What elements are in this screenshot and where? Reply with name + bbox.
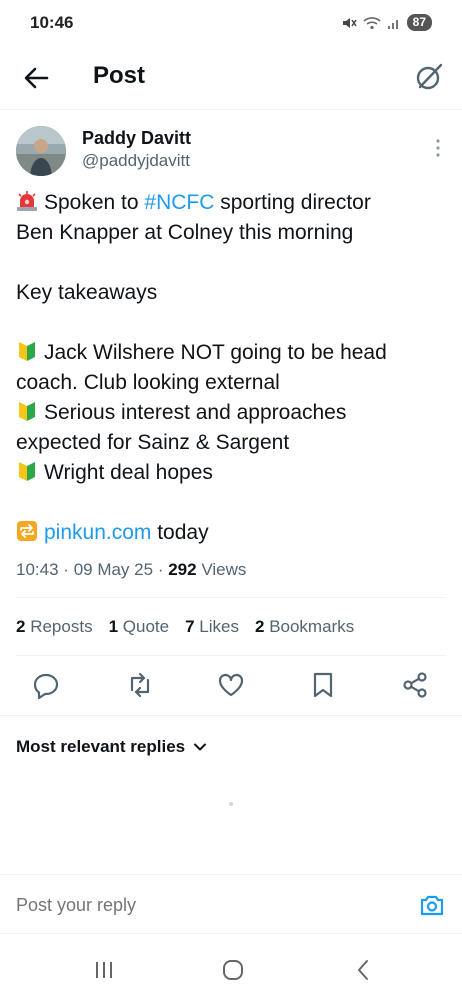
text-line: Spoken to #NCFC sporting director <box>16 188 448 218</box>
text-line: Ben Knapper at Colney this morning <box>16 221 354 244</box>
reply-input[interactable] <box>16 895 376 916</box>
back-arrow-icon[interactable] <box>20 62 52 94</box>
post-meta: 10:43 · 09 May 25 · 292 Views <box>16 560 246 580</box>
author-handle[interactable]: @paddyjdavitt <box>82 151 190 171</box>
reposts-label: Reposts <box>30 617 93 636</box>
recent-apps-icon[interactable] <box>92 958 116 982</box>
post-date[interactable]: 09 May 25 <box>74 560 153 579</box>
system-nav-bar <box>0 940 462 1000</box>
meta-separator: · <box>63 560 69 579</box>
grok-icon[interactable] <box>412 60 446 94</box>
beginner-badge-icon <box>19 402 35 421</box>
text-line1-pre: Spoken to <box>44 191 145 214</box>
divider <box>16 597 446 598</box>
beginner-badge-icon <box>19 462 35 481</box>
text-line: Serious interest and approaches <box>16 398 448 428</box>
replies-sort-label: Most relevant replies <box>16 737 186 756</box>
repeat-button-icon <box>17 521 37 541</box>
text-line8: Wright deal hopes <box>44 461 213 484</box>
text-line: coach. Club looking external <box>16 371 280 394</box>
post-time: 10:43 <box>16 560 59 579</box>
external-link[interactable]: pinkun.com <box>44 521 151 544</box>
post-text: Spoken to #NCFC sporting director Ben Kn… <box>16 188 448 548</box>
link-suffix: today <box>151 521 209 544</box>
reply-icon[interactable] <box>31 670 61 700</box>
page-title: Post <box>93 62 146 89</box>
divider <box>16 655 446 656</box>
home-icon[interactable] <box>221 958 245 982</box>
header: Post <box>0 48 462 110</box>
hashtag-link[interactable]: #NCFC <box>144 191 214 214</box>
text-line: expected for Sainz & Sargent <box>16 431 290 454</box>
reposts-count: 2 <box>16 617 26 636</box>
post-stats: 2 Reposts 1 Quote 7 Likes 2 Bookmarks <box>16 617 354 637</box>
text-line: Key takeaways <box>16 281 158 304</box>
back-icon[interactable] <box>352 958 376 982</box>
bookmarks-stat[interactable]: 2 Bookmarks <box>255 617 354 637</box>
text-line6: Serious interest and approaches <box>44 401 347 424</box>
avatar[interactable] <box>16 126 66 176</box>
loading-indicator <box>229 802 233 806</box>
views-label: Views <box>201 560 247 579</box>
text-line: Jack Wilshere NOT going to be head <box>16 338 448 368</box>
quotes-stat[interactable]: 1 Quote <box>109 617 170 637</box>
text-line: Wright deal hopes <box>16 458 448 488</box>
reply-composer <box>0 874 462 934</box>
text-line4: Jack Wilshere NOT going to be head <box>44 341 387 364</box>
status-time: 10:46 <box>30 13 74 32</box>
chevron-down-icon <box>194 743 207 751</box>
police-light-icon <box>17 191 37 211</box>
meta-separator: · <box>157 560 164 579</box>
text-line1-post: sporting director <box>214 191 371 214</box>
text-line: pinkun.com today <box>16 518 448 548</box>
replies-sort-dropdown[interactable]: Most relevant replies <box>16 737 207 757</box>
reposts-stat[interactable]: 2 Reposts <box>16 617 93 637</box>
views-count: 292 <box>168 560 197 579</box>
more-options-icon[interactable] <box>430 136 446 160</box>
likes-count: 7 <box>185 617 195 636</box>
status-icons: 87 <box>341 14 432 31</box>
status-bar: 10:46 87 <box>0 0 462 48</box>
author-name[interactable]: Paddy Davitt <box>82 128 191 149</box>
share-icon[interactable] <box>400 670 430 700</box>
likes-label: Likes <box>199 617 239 636</box>
action-bar <box>0 662 462 708</box>
camera-icon[interactable] <box>418 891 446 919</box>
battery-indicator: 87 <box>406 14 432 31</box>
wifi-icon <box>363 16 381 29</box>
bookmarks-count: 2 <box>254 617 265 636</box>
avatar-photo-icon <box>16 126 66 176</box>
beginner-badge-icon <box>19 342 35 361</box>
like-icon[interactable] <box>216 670 246 700</box>
quotes-label: Quote <box>122 617 170 636</box>
mute-icon <box>342 17 357 28</box>
bookmark-icon[interactable] <box>308 670 338 700</box>
repost-icon[interactable] <box>125 670 155 700</box>
likes-stat[interactable]: 7 Likes <box>185 617 239 637</box>
divider <box>0 715 462 716</box>
post-author: Paddy Davitt @paddyjdavitt <box>16 124 446 180</box>
bookmarks-label: Bookmarks <box>269 617 355 636</box>
quotes-count: 1 <box>108 617 119 636</box>
signal-icon <box>387 19 398 29</box>
